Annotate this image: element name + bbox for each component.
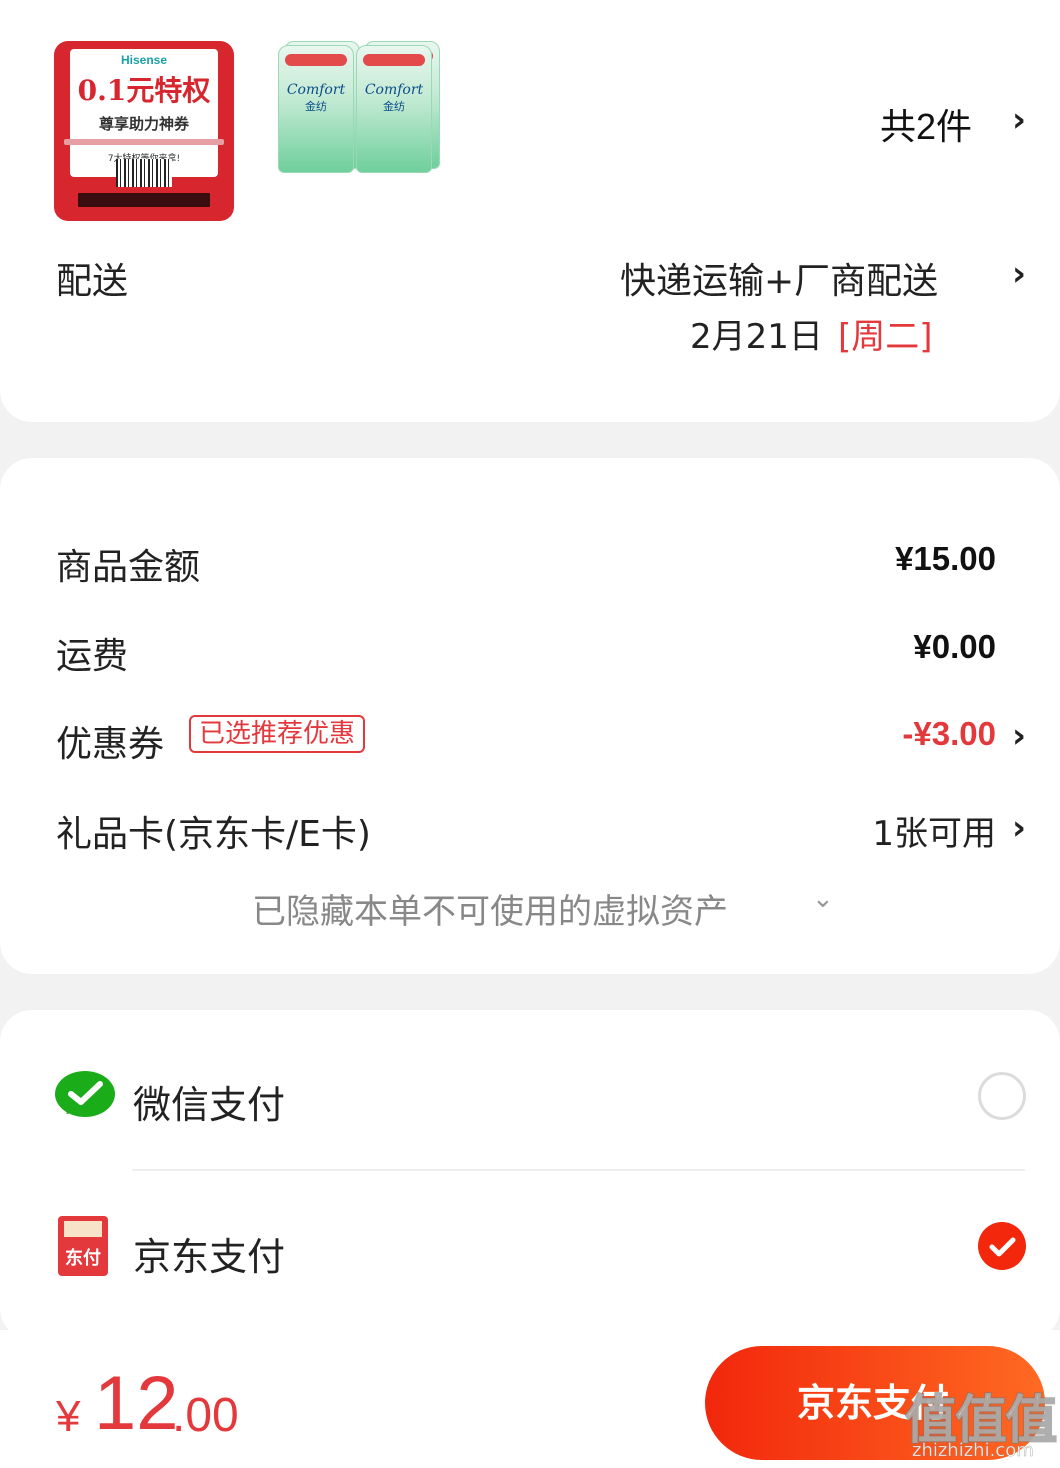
jd-pay-icon-card [64, 1221, 102, 1237]
goods-amount-value: ¥15.00 [895, 540, 996, 577]
giftcard-label: 礼品卡(京东卡/E卡) [56, 814, 371, 855]
jd-pay-radio-checked[interactable] [978, 1222, 1026, 1270]
pouch-front-2: Comfort 金纺 [356, 45, 432, 173]
hidden-assets-toggle[interactable]: 已隐藏本单不可使用的虚拟资产 [252, 884, 728, 933]
delivery-method[interactable]: 快递运输+厂商配送 [620, 252, 938, 304]
chevron-right-icon[interactable]: › [1012, 100, 1026, 140]
coupon-product-thumbnail[interactable]: Hisense 0.1元特权 尊享助力神券 7大特权等你来拿! [54, 41, 234, 221]
chevron-right-icon[interactable]: › [1012, 808, 1026, 848]
coupon-headline: 0.1元特权 [77, 74, 211, 107]
wechat-icon [55, 1071, 115, 1117]
total-decimal: .00 [172, 1389, 239, 1442]
payment-card [0, 1010, 1060, 1340]
comfort-logo: Comfort [364, 82, 424, 98]
items-count[interactable]: 共2件 [880, 98, 972, 150]
divider [132, 1169, 1025, 1171]
goods-amount-label: 商品金额 [56, 547, 201, 588]
pouch-front: Comfort 金纺 [278, 45, 354, 173]
coupon-recommended-tag: 已选推荐优惠 [189, 715, 366, 753]
delivery-label: 配送 [56, 261, 129, 302]
chevron-right-icon[interactable]: › [1012, 716, 1026, 756]
chevron-right-icon[interactable]: › [1012, 254, 1026, 294]
comfort-cn: 金纺 [305, 100, 327, 113]
wechat-pay-label[interactable]: 微信支付 [133, 1074, 285, 1129]
comfort-product-thumbnail[interactable]: Comfort 金纺 Comfort 金纺 [268, 41, 440, 173]
barcode-icon [116, 159, 172, 187]
wechat-pay-radio[interactable] [978, 1072, 1026, 1120]
coupon-footer [78, 193, 210, 207]
watermark-url: zhizhizhi.com [912, 1440, 1034, 1462]
coupon-value[interactable]: -¥3.00 [902, 715, 996, 753]
total-currency: ¥ [56, 1392, 81, 1441]
coupon-subline: 尊享助力神券 [98, 115, 189, 133]
coupon-fineprint [64, 139, 224, 145]
coupon-brand: Hisense [120, 53, 168, 67]
pouch-band [363, 54, 425, 66]
giftcard-value[interactable]: 1张可用 [872, 806, 996, 855]
delivery-weekday: [周二] [838, 317, 933, 357]
comfort-logo: Comfort [286, 82, 346, 98]
delivery-date: 2月21日 [690, 317, 823, 357]
pouch-band [285, 54, 347, 66]
jd-pay-icon: 东付 [58, 1216, 108, 1276]
jd-pay-label[interactable]: 京东支付 [133, 1226, 285, 1281]
chevron-down-icon[interactable]: ⌄ [812, 884, 834, 914]
shipping-label: 运费 [56, 636, 129, 677]
shipping-value: ¥0.00 [913, 628, 996, 665]
total-integer: 12 [94, 1361, 179, 1446]
comfort-cn: 金纺 [383, 100, 405, 113]
jd-pay-icon-text: 东付 [65, 1248, 101, 1269]
check-icon [989, 1237, 1016, 1257]
coupon-label: 优惠券 [56, 724, 165, 765]
